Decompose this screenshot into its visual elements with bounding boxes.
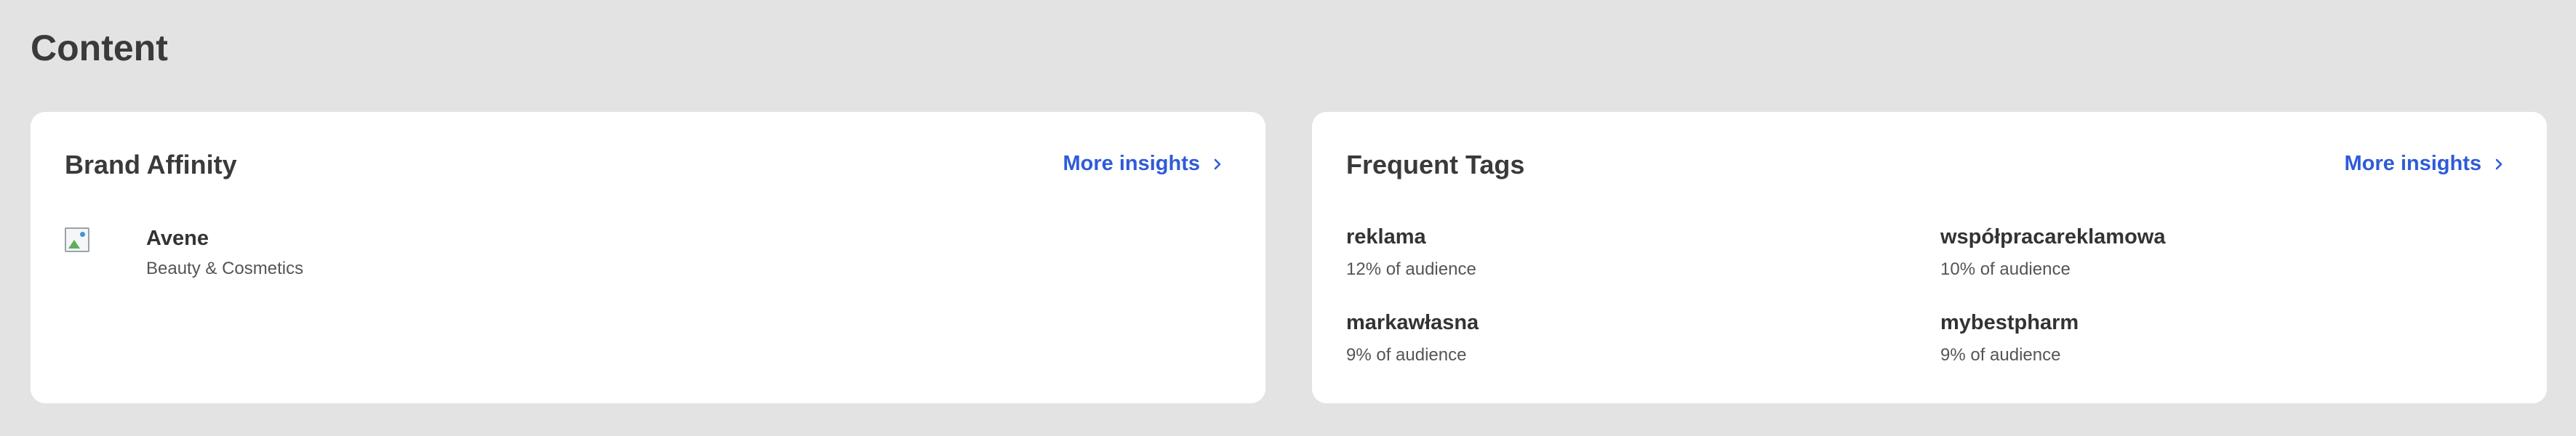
tag-item: mybestpharm 9% of audience (1940, 310, 2079, 366)
chevron-right-icon (2495, 158, 2503, 169)
broken-image-icon (65, 227, 89, 252)
brand-category: Beauty & Cosmetics (146, 258, 304, 278)
tag-name: współpracareklamowa (1940, 225, 2166, 249)
frequent-tags-more-insights-link[interactable]: More insights (2344, 152, 2506, 176)
section-title: Content (31, 28, 168, 68)
tag-audience-share: 9% of audience (1346, 344, 1467, 365)
brand-list-item[interactable]: Avene Beauty & Cosmetics (65, 226, 303, 280)
brand-name: Avene (146, 227, 209, 250)
tag-audience-share: 9% of audience (1940, 344, 2061, 365)
brand-affinity-card: Brand Affinity More insights Avene Beaut… (31, 112, 1265, 403)
brand-affinity-title: Brand Affinity (65, 150, 237, 179)
more-insights-label: More insights (1063, 152, 1200, 175)
frequent-tags-card: Frequent Tags More insights reklama 12% … (1312, 112, 2547, 403)
tag-item: współpracareklamowa 10% of audience (1940, 225, 2165, 280)
tag-audience-share: 12% of audience (1346, 259, 1476, 279)
tag-name: reklama (1346, 225, 1426, 249)
brand-affinity-more-insights-link[interactable]: More insights (1063, 152, 1225, 176)
brand-text: Avene Beauty & Cosmetics (146, 226, 303, 280)
chevron-right-icon (1214, 158, 1221, 169)
tag-audience-share: 10% of audience (1940, 259, 2071, 279)
tag-item: markawłasna 9% of audience (1346, 310, 1479, 366)
tag-item: reklama 12% of audience (1346, 225, 1476, 280)
tag-name: markawłasna (1346, 311, 1479, 334)
more-insights-label: More insights (2344, 152, 2481, 175)
tag-name: mybestpharm (1940, 311, 2079, 334)
frequent-tags-title: Frequent Tags (1346, 150, 1525, 179)
